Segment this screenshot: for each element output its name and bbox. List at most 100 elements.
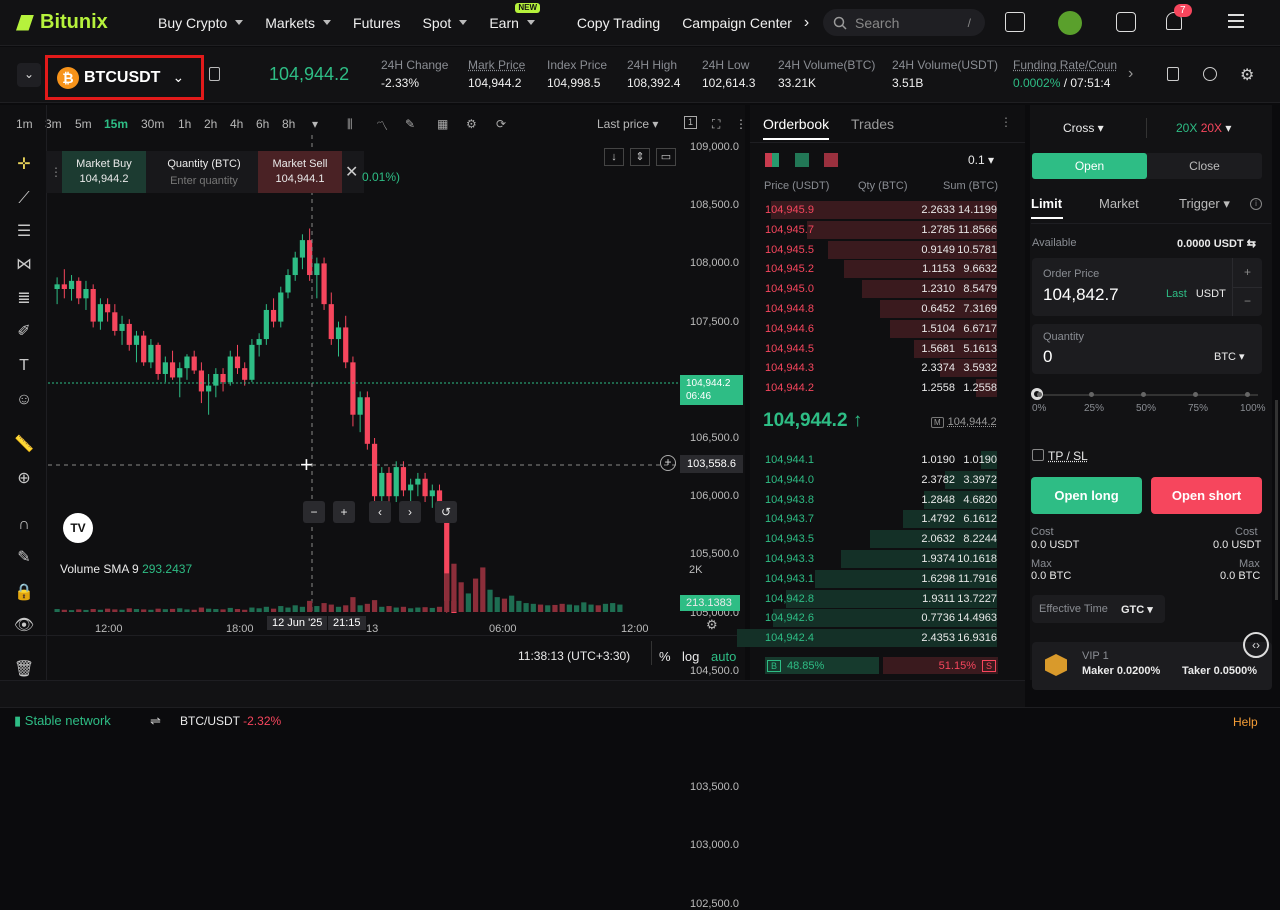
layout-icon[interactable]: ▦ (437, 117, 448, 131)
market-sell-button[interactable]: Market Sell 104,944.1 (258, 151, 342, 193)
emoji-icon[interactable]: ☺ (12, 388, 36, 412)
text-icon[interactable]: T (12, 354, 36, 378)
ask-row[interactable]: 104,945.0 1.2310 8.5479 (750, 279, 1025, 299)
ask-row[interactable]: 104,944.3 2.3374 3.5932 (750, 358, 1025, 378)
horizontal-lines-icon[interactable]: ☰ (12, 220, 36, 244)
pattern-icon[interactable]: ⋈ (12, 253, 36, 277)
view-both-icon[interactable] (765, 153, 779, 167)
share-icon[interactable] (1005, 12, 1025, 32)
ask-row[interactable]: 104,944.8 0.6452 7.3169 (750, 299, 1025, 319)
slider-mark-label[interactable]: 0% (1032, 403, 1046, 414)
timeframe-15m[interactable]: 15m (104, 117, 128, 131)
calculator-icon[interactable] (1167, 67, 1179, 81)
market-buy-button[interactable]: Market Buy 104,944.2 (62, 151, 146, 193)
tab-trades[interactable]: Trades (851, 116, 894, 132)
fib-icon[interactable]: ≣ (12, 287, 36, 311)
menu-icon[interactable] (1228, 14, 1244, 28)
timeframe-30m[interactable]: 30m (141, 117, 164, 131)
margin-mode-select[interactable]: Cross ▾ (1063, 121, 1104, 135)
ask-row[interactable]: 104,944.5 1.5681 5.1613 (750, 339, 1025, 359)
percent-toggle[interactable]: % (659, 649, 671, 664)
tab-trigger[interactable]: Trigger ▾ (1179, 196, 1230, 212)
ask-row[interactable]: 104,945.9 2.2633 14.1199 (750, 200, 1025, 220)
indicator-icon[interactable]: 〽 (376, 117, 388, 134)
qty-unit-select[interactable]: BTC ▾ (1214, 350, 1245, 363)
chevron-right-icon[interactable]: › (804, 14, 809, 32)
slider-mark-label[interactable]: 100% (1240, 403, 1266, 414)
view-bids-icon[interactable] (795, 153, 809, 167)
auto-toggle[interactable]: auto (711, 649, 736, 664)
ask-row[interactable]: 104,945.7 1.2785 11.8566 (750, 220, 1025, 240)
nav-campaign-center[interactable]: Campaign Center › (682, 14, 809, 32)
chevron-right-icon[interactable]: › (1128, 65, 1133, 83)
qty-input[interactable]: Enter quantity (150, 175, 258, 187)
fullscreen-icon[interactable]: ⛶ (712, 117, 720, 132)
view-asks-icon[interactable] (824, 153, 838, 167)
candle-type-icon[interactable]: ⫼ (347, 117, 353, 132)
bid-row[interactable]: 104,942.6 0.7736 14.4963 (750, 608, 1025, 628)
bid-row[interactable]: 104,944.0 2.3782 3.3972 (750, 470, 1025, 490)
bid-row[interactable]: 104,942.4 2.4353 16.9316 (737, 628, 1025, 648)
window-icon[interactable]: ▭ (656, 148, 676, 166)
drag-handle-icon[interactable]: ⋮ (50, 165, 62, 179)
candlestick-chart[interactable] (48, 135, 743, 613)
slider-mark-label[interactable]: 25% (1084, 403, 1104, 414)
leverage-select[interactable]: 20X 20X ▾ (1176, 121, 1231, 135)
tradingview-logo[interactable]: TV (63, 513, 93, 543)
collapse-toggle-icon[interactable]: ⌄ (17, 63, 41, 87)
crosshair-icon[interactable]: ✛ (12, 153, 36, 177)
timeframe-1h[interactable]: 1h (178, 117, 191, 131)
scroll-right-icon[interactable]: › (399, 501, 421, 523)
settings-icon[interactable]: ⚙ (466, 117, 477, 131)
download-icon[interactable] (1116, 12, 1136, 32)
nav-earn[interactable]: Earn NEW (489, 2, 540, 31)
arrow-down-icon[interactable]: ↓ (604, 148, 624, 166)
slider-mark-label[interactable]: 75% (1188, 403, 1208, 414)
brand-logo[interactable]: Bitunix (16, 11, 128, 34)
panel-1-icon[interactable]: 1 (684, 116, 697, 129)
gear-icon[interactable]: ⚙ (1240, 65, 1254, 85)
magnet-icon[interactable]: ∩ (12, 513, 36, 537)
reset-icon[interactable]: ↺ (435, 501, 457, 523)
timeframe-5m[interactable]: 5m (75, 117, 92, 131)
lock-draw-icon[interactable]: ✎ (12, 546, 36, 570)
bid-row[interactable]: 104,943.5 2.0632 8.2244 (750, 529, 1025, 549)
tab-open[interactable]: Open (1032, 153, 1147, 179)
ticker-symbol[interactable]: BTC/USDT (180, 714, 240, 728)
scroll-left-icon[interactable]: ‹ (369, 501, 391, 523)
tab-close[interactable]: Close (1147, 153, 1262, 179)
bid-row[interactable]: 104,944.1 1.0190 1.0190 (750, 450, 1025, 470)
avatar[interactable] (1058, 11, 1082, 35)
draw-icon[interactable]: ✎ (405, 117, 415, 131)
bid-row[interactable]: 104,943.7 1.4792 6.1612 (750, 509, 1025, 529)
brush-icon[interactable]: ✐ (12, 320, 36, 344)
ask-row[interactable]: 104,944.2 1.2558 1.2558 (750, 378, 1025, 398)
timeframe-1m[interactable]: 1m (16, 117, 33, 131)
bid-row[interactable]: 104,943.3 1.9374 10.1618 (750, 549, 1025, 569)
support-chat-icon[interactable]: ‹› (1243, 632, 1269, 658)
quantity-input[interactable]: Quantity 0 BTC ▾ (1032, 324, 1262, 374)
nav-copy-trading[interactable]: Copy Trading (577, 15, 660, 31)
stat-label[interactable]: Mark Price (468, 58, 525, 72)
transfer-icon[interactable]: ⇆ (1247, 238, 1256, 250)
increase-icon[interactable]: + (1233, 258, 1262, 287)
bid-row[interactable]: 104,943.1 1.6298 11.7916 (750, 569, 1025, 589)
settings-icon[interactable]: ⚙ (706, 617, 718, 633)
trendline-icon[interactable]: ⟋ (12, 187, 36, 211)
chevron-down-icon[interactable]: ▾ (312, 117, 318, 131)
refresh-icon[interactable]: ⟳ (496, 117, 506, 131)
price-type-select[interactable]: Last price ▾ (597, 117, 658, 131)
nav-buy-crypto[interactable]: Buy Crypto (158, 15, 244, 31)
ask-row[interactable]: 104,945.2 1.1153 9.6632 (750, 259, 1025, 279)
scrollbar[interactable] (1275, 400, 1278, 600)
ask-row[interactable]: 104,945.5 0.9149 10.5781 (750, 240, 1025, 260)
timeframe-8h[interactable]: 8h (282, 117, 295, 131)
last-button[interactable]: Last (1166, 288, 1187, 300)
timeframe-4h[interactable]: 4h (230, 117, 243, 131)
zoom-in-icon[interactable]: + (333, 501, 355, 523)
bid-row[interactable]: 104,942.8 1.9311 13.7227 (750, 589, 1025, 609)
tab-market[interactable]: Market (1099, 196, 1139, 211)
symbol-selector[interactable]: ₿ BTCUSDT ⌄ (45, 55, 204, 100)
ticker-toggle-icon[interactable]: ⇌ (150, 713, 161, 729)
timeframe-6h[interactable]: 6h (256, 117, 269, 131)
